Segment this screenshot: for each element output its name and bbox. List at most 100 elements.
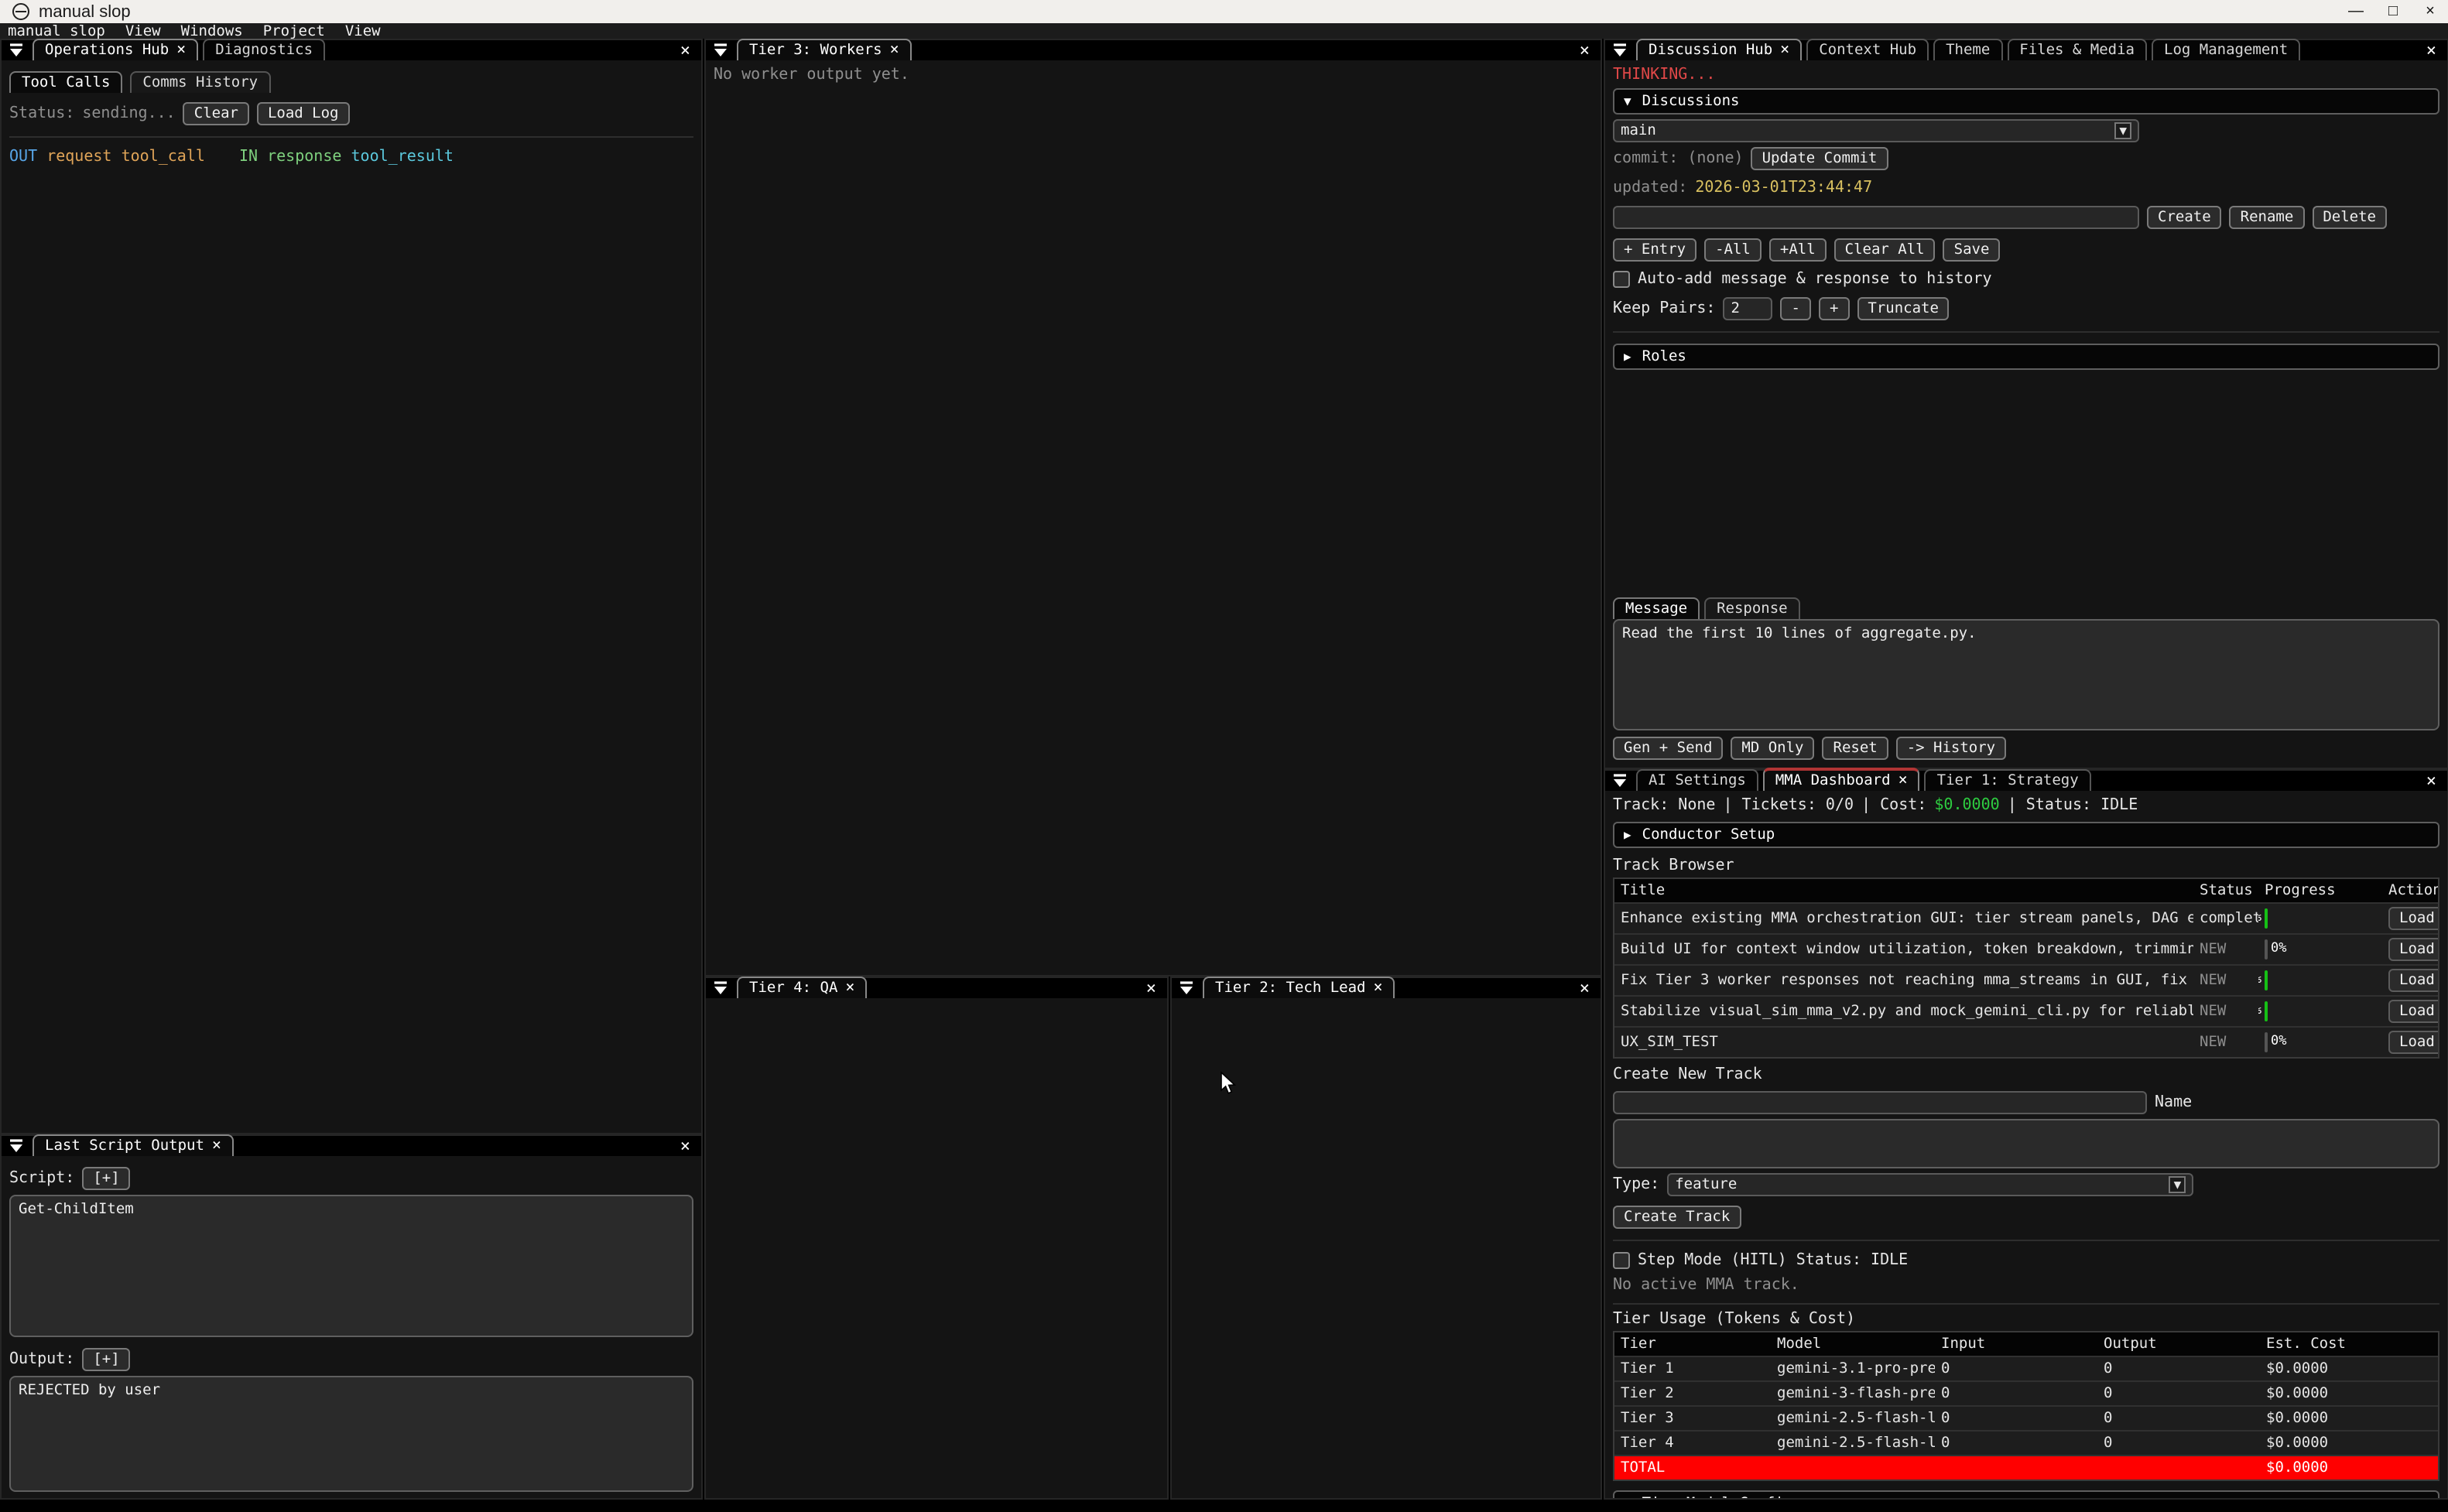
create-button[interactable]: Create	[2147, 206, 2222, 229]
panel-menu-icon[interactable]	[8, 42, 25, 59]
tier4-qa-panel: Tier 4: QA × ×	[704, 977, 1169, 1500]
mouse-cursor	[1220, 1071, 1237, 1096]
script-expand-button[interactable]: [+]	[82, 1167, 130, 1190]
script-textbox[interactable]: Get-ChildItem	[9, 1195, 693, 1337]
autoadd-checkbox[interactable]	[1613, 271, 1630, 288]
tab-context-hub[interactable]: Context Hub	[1806, 39, 1929, 60]
track-name-input[interactable]	[1613, 1091, 2147, 1114]
log-out-label: OUT	[9, 149, 37, 166]
save-button[interactable]: Save	[1943, 238, 2001, 262]
panel-menu-icon[interactable]	[712, 42, 729, 59]
tab-close-icon[interactable]: ×	[1373, 982, 1382, 994]
menu-item-project[interactable]: Project	[263, 22, 325, 39]
tier-model-config-header[interactable]: ▼ Tier Model Config	[1613, 1490, 2439, 1498]
tab-theme[interactable]: Theme	[1933, 39, 2002, 60]
panel-menu-icon[interactable]	[1178, 980, 1195, 997]
panel-menu-icon[interactable]	[1611, 772, 1628, 789]
update-commit-button[interactable]: Update Commit	[1751, 147, 1888, 170]
track-type-select[interactable]: feature ▼	[1667, 1173, 2193, 1196]
type-label: Type:	[1613, 1176, 1659, 1193]
tab-close-icon[interactable]: ×	[212, 1140, 221, 1152]
load-button[interactable]: Load	[2388, 1000, 2438, 1023]
mma-dashboard-panel: AI Settings MMA Dashboard × Tier 1: Stra…	[1604, 769, 2448, 1500]
tab-close-icon[interactable]: ×	[176, 44, 186, 56]
step-mode-checkbox[interactable]	[1613, 1252, 1630, 1269]
md-only-button[interactable]: MD Only	[1731, 737, 1814, 760]
tab-discussion-hub[interactable]: Discussion Hub ×	[1636, 39, 1802, 60]
branch-select[interactable]: main ▼	[1613, 119, 2139, 142]
panel-close-icon[interactable]: ×	[1575, 978, 1594, 998]
keep-pairs-input[interactable]	[1723, 297, 1772, 320]
subtab-comms-history[interactable]: Comms History	[130, 71, 270, 93]
tab-diagnostics[interactable]: Diagnostics	[203, 39, 325, 60]
tab-tier4-qa[interactable]: Tier 4: QA ×	[737, 977, 867, 998]
tab-mma-dashboard[interactable]: MMA Dashboard ×	[1763, 768, 1920, 791]
panel-close-icon[interactable]: ×	[676, 40, 695, 60]
branch-name-input[interactable]	[1613, 206, 2139, 229]
roles-section-header[interactable]: ▶ Roles	[1613, 344, 2439, 370]
subtab-tool-calls[interactable]: Tool Calls	[9, 71, 122, 93]
updated-label: updated:	[1613, 180, 1687, 197]
clear-all-button[interactable]: Clear All	[1834, 238, 1936, 262]
output-textbox[interactable]: REJECTED by user	[9, 1376, 693, 1492]
tab-tier3-workers[interactable]: Tier 3: Workers ×	[737, 39, 912, 60]
tab-tier1-strategy[interactable]: Tier 1: Strategy	[1925, 769, 2091, 791]
menu-item-windows[interactable]: Windows	[181, 22, 243, 39]
panel-close-icon[interactable]: ×	[2422, 40, 2441, 60]
tab-last-script-output[interactable]: Last Script Output ×	[33, 1134, 234, 1156]
create-new-track-label: Create New Track	[1613, 1066, 2439, 1083]
conductor-setup-header[interactable]: ▶ Conductor Setup	[1613, 822, 2439, 848]
panel-close-icon[interactable]: ×	[676, 1136, 695, 1156]
minimize-button[interactable]: —	[2337, 0, 2374, 23]
load-button[interactable]: Load	[2388, 938, 2438, 961]
tab-response[interactable]: Response	[1704, 597, 1800, 619]
tab-ai-settings[interactable]: AI Settings	[1636, 769, 1758, 791]
chevron-down-icon: ▼	[1624, 94, 1631, 108]
load-button[interactable]: Load	[2388, 907, 2438, 930]
rename-button[interactable]: Rename	[2230, 206, 2305, 229]
status-value: sending...	[82, 105, 175, 122]
track-description-textarea[interactable]	[1613, 1119, 2439, 1168]
discussions-section-header[interactable]: ▼ Discussions	[1613, 88, 2439, 115]
truncate-button[interactable]: Truncate	[1857, 297, 1950, 320]
divider	[1613, 1303, 2439, 1305]
menu-item-view2[interactable]: View	[345, 22, 381, 39]
output-expand-button[interactable]: [+]	[82, 1348, 130, 1371]
tab-log-management[interactable]: Log Management	[2152, 39, 2300, 60]
panel-menu-icon[interactable]	[8, 1137, 25, 1155]
tab-tier2-tech-lead[interactable]: Tier 2: Tech Lead ×	[1203, 977, 1395, 998]
tab-files-media[interactable]: Files & Media	[2007, 39, 2147, 60]
gen-send-button[interactable]: Gen + Send	[1613, 737, 1723, 760]
maximize-button[interactable]: □	[2374, 0, 2412, 23]
tab-close-icon[interactable]: ×	[845, 982, 854, 994]
close-button[interactable]: ×	[2412, 0, 2448, 23]
panel-close-icon[interactable]: ×	[1142, 978, 1161, 998]
menu-item-view[interactable]: View	[125, 22, 161, 39]
add-entry-button[interactable]: + Entry	[1613, 238, 1696, 262]
message-textarea[interactable]: Read the first 10 lines of aggregate.py.	[1613, 619, 2439, 730]
collapse-all-button[interactable]: -All	[1704, 238, 1762, 262]
to-history-button[interactable]: -> History	[1896, 737, 2006, 760]
tab-close-icon[interactable]: ×	[1898, 775, 1908, 787]
keep-pairs-plus-button[interactable]: +	[1819, 297, 1849, 320]
discussion-hub-panel: Discussion Hub × Context Hub Theme Files…	[1604, 39, 2448, 769]
expand-all-button[interactable]: +All	[1769, 238, 1827, 262]
keep-pairs-minus-button[interactable]: -	[1780, 297, 1810, 320]
load-button[interactable]: Load	[2388, 969, 2438, 992]
clear-button[interactable]: Clear	[183, 102, 249, 125]
reset-button[interactable]: Reset	[1823, 737, 1888, 760]
load-button[interactable]: Load	[2388, 1031, 2438, 1054]
panel-menu-icon[interactable]	[1611, 42, 1628, 59]
create-track-button[interactable]: Create Track	[1613, 1206, 1741, 1229]
tab-close-icon[interactable]: ×	[890, 44, 899, 56]
tab-close-icon[interactable]: ×	[1780, 44, 1789, 56]
load-log-button[interactable]: Load Log	[257, 102, 350, 125]
delete-button[interactable]: Delete	[2312, 206, 2387, 229]
panel-close-icon[interactable]: ×	[2422, 771, 2441, 791]
panel-close-icon[interactable]: ×	[1575, 40, 1594, 60]
menu-item-app[interactable]: manual slop	[8, 22, 105, 39]
mma-tabstrip: AI Settings MMA Dashboard × Tier 1: Stra…	[1605, 771, 2447, 791]
tab-message[interactable]: Message	[1613, 597, 1700, 619]
tab-operations-hub[interactable]: Operations Hub ×	[33, 39, 198, 60]
panel-menu-icon[interactable]	[712, 980, 729, 997]
